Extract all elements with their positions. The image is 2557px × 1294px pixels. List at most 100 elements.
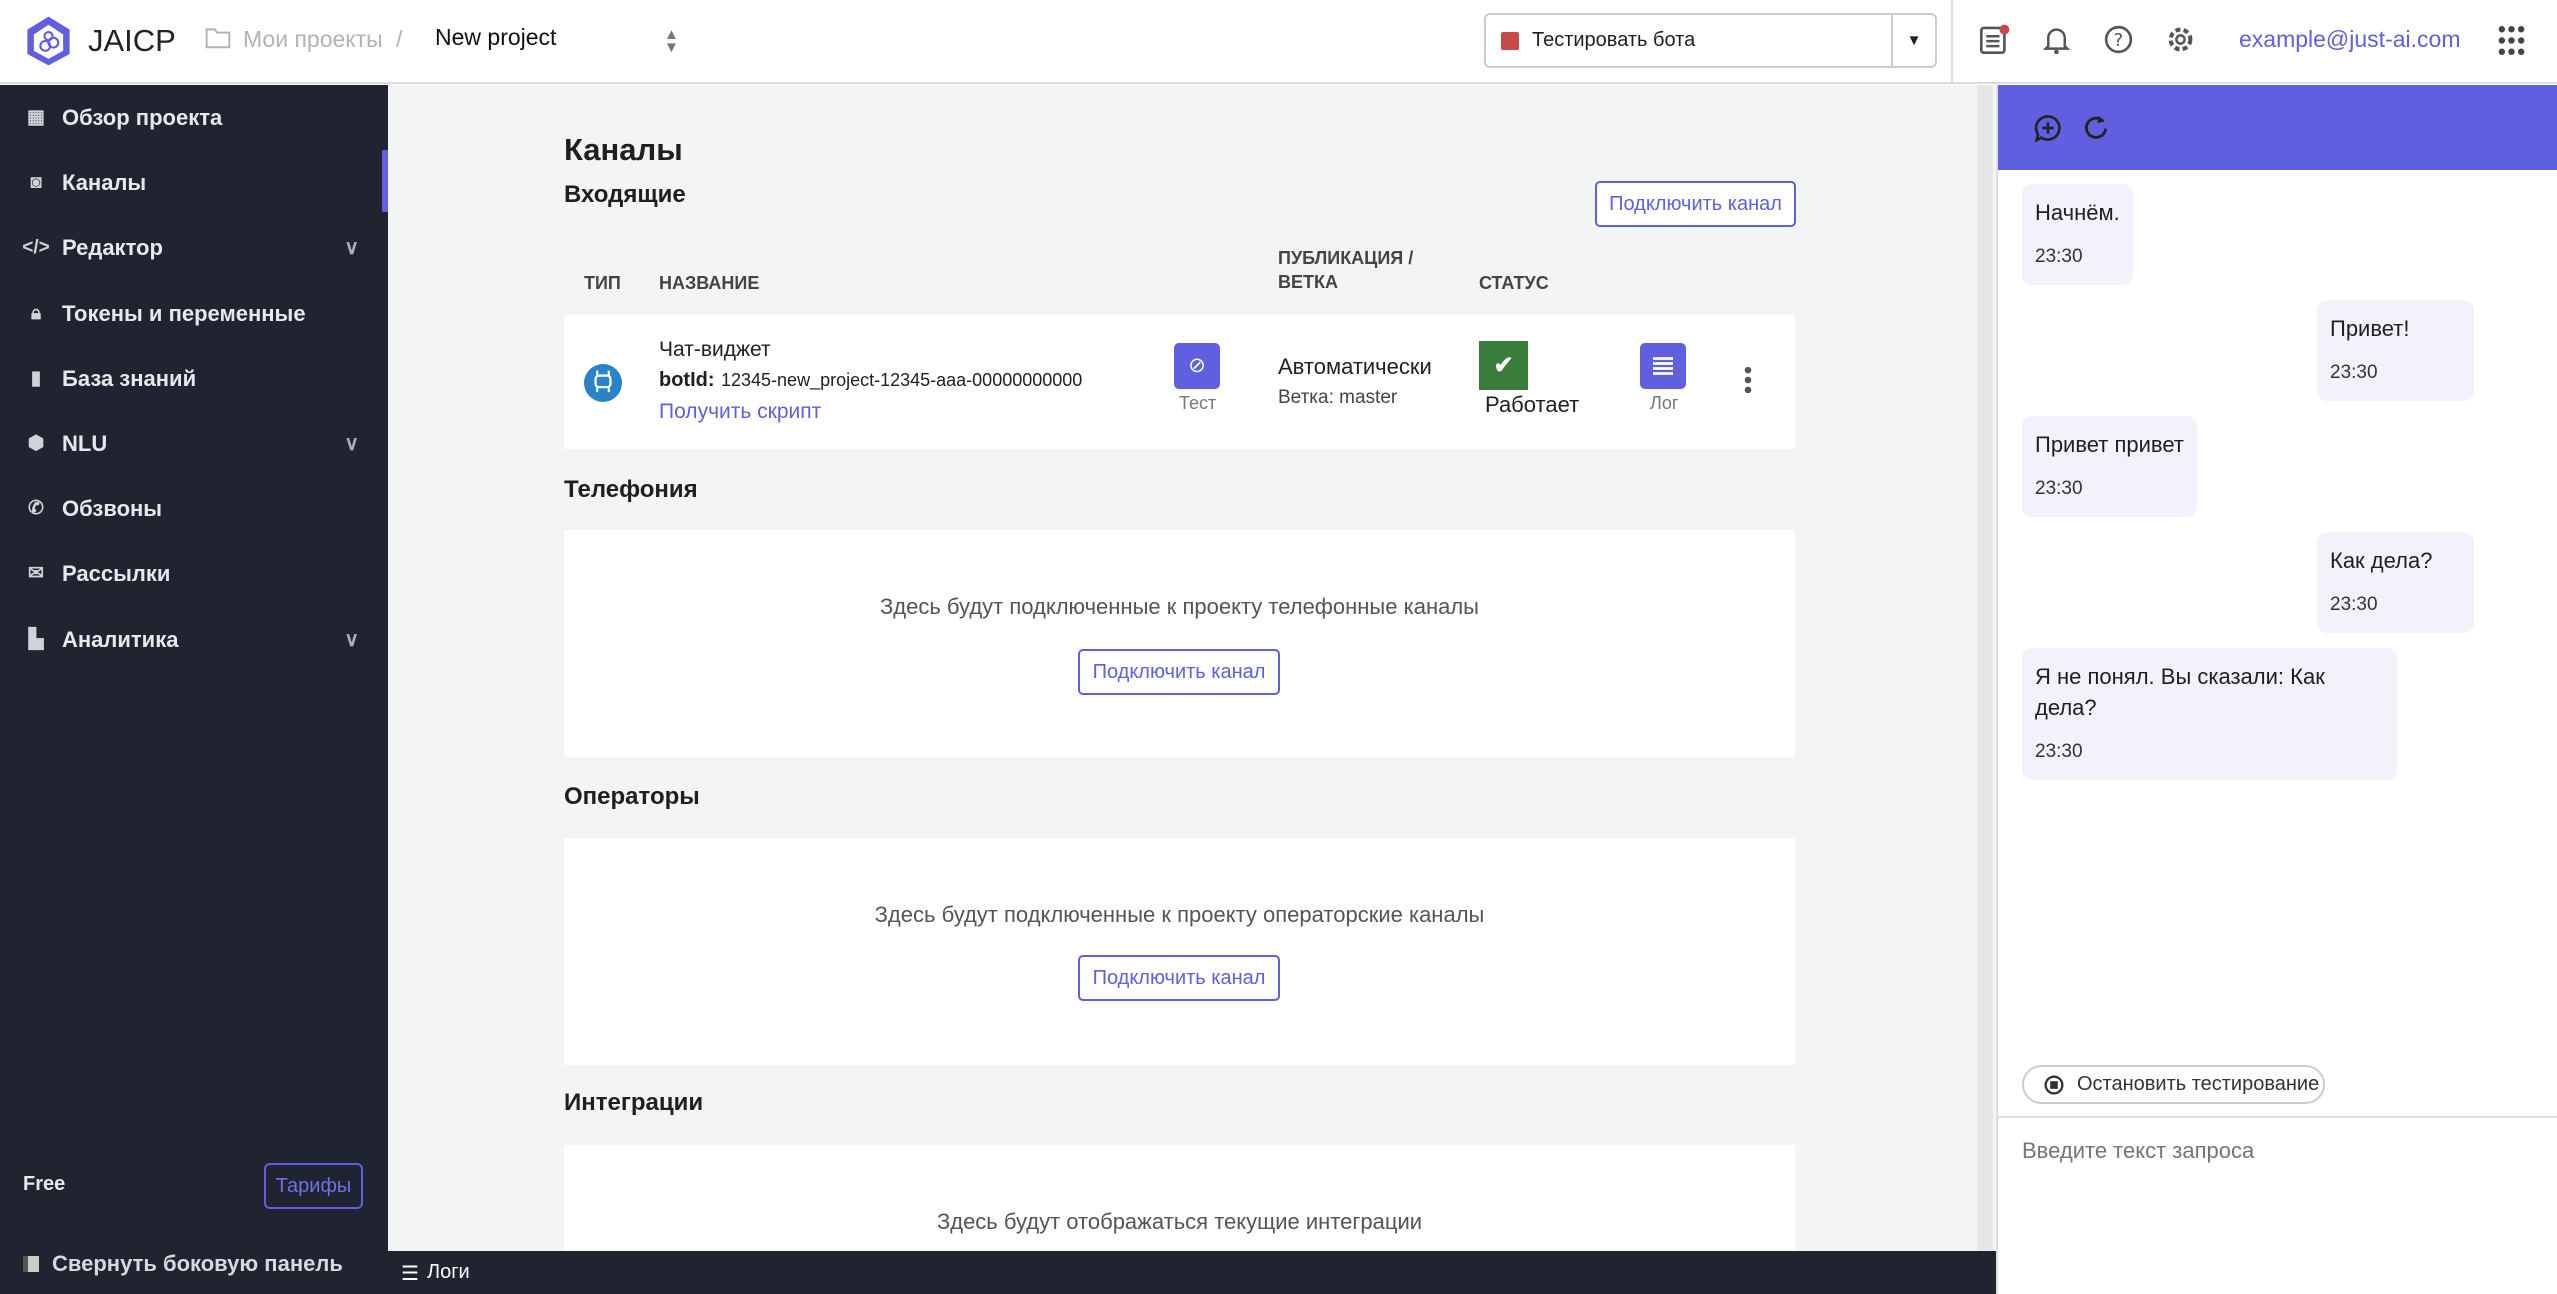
channel-name: Чат-виджет: [659, 338, 771, 361]
sidebar-item-label: База знаний: [62, 365, 197, 391]
log-label: Лог: [1650, 393, 1679, 413]
status-ok-badge: ✔: [1479, 341, 1528, 390]
get-script-link[interactable]: Получить скрипт: [659, 400, 821, 424]
gear-icon[interactable]: [2164, 23, 2197, 56]
log-button[interactable]: [1640, 343, 1686, 389]
plan-name: Free: [23, 1173, 66, 1195]
sidebar-item-label: Рассылки: [62, 560, 171, 586]
phone-icon: ✆: [28, 498, 44, 519]
column-header-type: ТИП: [584, 273, 621, 293]
breadcrumb-my-projects[interactable]: Мои проекты: [243, 26, 383, 53]
column-header-publication-line1: ПУБЛИКАЦИЯ /: [1278, 248, 1414, 268]
jaicp-logo-icon[interactable]: [24, 15, 73, 67]
mail-icon: ✉: [28, 563, 44, 584]
logs-label: Логи: [427, 1261, 470, 1283]
test-channel-button[interactable]: ⊘: [1174, 343, 1220, 389]
new-chat-icon[interactable]: [2034, 114, 2062, 142]
top-header: JAICP Мои проекты / New project ▲ ▼ Тести…: [0, 0, 2557, 84]
check-icon: ✔: [1493, 352, 1514, 379]
sidebar-item-label: Редактор: [62, 234, 163, 260]
list-icon: [1653, 357, 1673, 375]
apps-grid-icon[interactable]: [2497, 24, 2526, 57]
publication-mode: Автоматически: [1278, 354, 1432, 379]
message-text: Привет привет: [2035, 432, 2184, 457]
book-icon: ▮: [30, 368, 42, 389]
bot-message: Начнём. 23:30: [2022, 184, 2133, 285]
stop-testing-button[interactable]: Остановить тестирование: [2022, 1065, 2325, 1104]
column-header-publication-line2: ВЕТКА: [1278, 272, 1338, 292]
chart-icon: ▙: [28, 629, 44, 650]
breadcrumb-separator: /: [396, 26, 403, 52]
test-chat-panel: Начнём. 23:30 Привет! 23:30 Привет привет 2…: [1996, 85, 2557, 1294]
message-time: 23:30: [2330, 594, 2378, 615]
operators-card: Здесь будут подключенные к проекту опера…: [564, 838, 1795, 1065]
message-text: Начнём.: [2035, 200, 2120, 225]
sidebar-item-label: Обзор проекта: [62, 104, 223, 130]
sidebar-item-mailings[interactable]: ✉ Рассылки: [0, 541, 382, 606]
sidebar-item-analytics[interactable]: ▙ Аналитика ∨: [0, 607, 382, 672]
sidebar-item-channels[interactable]: ◙ Каналы: [0, 150, 382, 215]
message-list: Начнём. 23:30 Привет! 23:30 Привет привет 2…: [2022, 184, 2474, 780]
sidebar-item-overview[interactable]: ▦ Обзор проекта: [0, 85, 382, 150]
message-text: Привет!: [2330, 316, 2410, 341]
telephony-section-title: Телефония: [564, 476, 698, 503]
logs-bar[interactable]: ☰ Логи: [388, 1251, 1996, 1294]
main-scrollbar[interactable]: [1977, 85, 1993, 1251]
sidebar-item-calls[interactable]: ✆ Обзвоны: [0, 476, 382, 541]
svg-text:?: ?: [2114, 30, 2124, 51]
folder-icon: [205, 28, 231, 49]
message-time: 23:30: [2035, 741, 2083, 762]
stop-circle-icon: [2044, 1075, 2064, 1094]
sidebar-item-label: Токены и переменные: [62, 300, 306, 326]
refresh-icon[interactable]: [2084, 114, 2108, 140]
chevron-down-icon: ∨: [344, 629, 359, 651]
nlu-icon: ⬢: [27, 433, 45, 454]
app-root: JAICP Мои проекты / New project ▲ ▼ Тести…: [0, 0, 2557, 1294]
connect-telephony-button[interactable]: Подключить канал: [1078, 649, 1280, 695]
operators-section-title: Операторы: [564, 783, 700, 810]
column-header-publication: ПУБЛИКАЦИЯ / ВЕТКА: [1278, 246, 1413, 294]
main-content: Каналы Входящие Подключить канал ТИП НАЗ…: [388, 85, 1996, 1251]
project-selector[interactable]: New project: [435, 24, 556, 51]
status-text: Работает: [1485, 392, 1580, 417]
integrations-section-title: Интеграции: [564, 1089, 704, 1116]
user-email[interactable]: example@just-ai.com: [2239, 26, 2460, 53]
tasks-icon[interactable]: [1978, 23, 2011, 56]
bell-icon[interactable]: [2040, 23, 2073, 56]
help-icon[interactable]: ?: [2102, 23, 2135, 56]
collapse-sidebar-button[interactable]: Свернуть боковую панель: [23, 1251, 343, 1277]
sidebar-item-label: NLU: [62, 430, 108, 456]
sidebar: ▦ Обзор проекта ◙ Каналы </> Редактор ∨ 🔒︎ То…: [0, 85, 388, 1294]
connect-incoming-channel-button[interactable]: Подключить канал: [1595, 181, 1796, 227]
sidebar-item-nlu[interactable]: ⬢ NLU ∨: [0, 411, 382, 476]
bot-message: Привет привет 23:30: [2022, 416, 2197, 517]
sidebar-item-label: Обзвоны: [62, 495, 163, 521]
collapse-label: Свернуть боковую панель: [52, 1251, 343, 1276]
eye-off-icon: ⊘: [1188, 354, 1206, 377]
telephony-card: Здесь будут подключенные к проекту телеф…: [564, 530, 1795, 757]
code-icon: </>: [22, 236, 50, 258]
stop-square-icon: [1501, 32, 1519, 50]
botid-value: 12345-new_project-12345-aaa-00000000000: [721, 370, 1083, 390]
table-row: Чат-виджет botId: 12345-new_project-1234…: [564, 315, 1795, 449]
column-header-name: НАЗВАНИЕ: [659, 273, 760, 293]
divider: [1998, 1116, 2557, 1118]
message-time: 23:30: [2035, 246, 2083, 267]
user-message: Привет! 23:30: [2317, 300, 2474, 401]
brand-name: JAICP: [88, 23, 176, 58]
sidebar-item-tokens[interactable]: 🔒︎ Токены и переменные: [0, 281, 382, 346]
more-options-icon[interactable]: [1743, 366, 1753, 394]
message-time: 23:30: [2035, 478, 2083, 499]
tariffs-button[interactable]: Тарифы: [264, 1163, 363, 1209]
test-bot-button[interactable]: Тестировать бота ▼: [1484, 13, 1937, 68]
test-bot-label: Тестировать бота: [1532, 29, 1696, 51]
sidebar-item-knowledge-base[interactable]: ▮ База знаний: [0, 346, 382, 411]
chat-widget-icon: [584, 364, 622, 402]
sort-arrows-icon[interactable]: ▲ ▼: [664, 27, 679, 55]
chat-query-input[interactable]: [2022, 1138, 2544, 1164]
sidebar-item-editor[interactable]: </> Редактор ∨: [0, 215, 382, 280]
telephony-empty-text: Здесь будут подключенные к проекту телеф…: [880, 594, 1479, 619]
test-bot-dropdown-icon[interactable]: ▼: [1891, 15, 1935, 66]
page-title: Каналы: [564, 132, 683, 167]
connect-operator-button[interactable]: Подключить канал: [1078, 955, 1280, 1001]
